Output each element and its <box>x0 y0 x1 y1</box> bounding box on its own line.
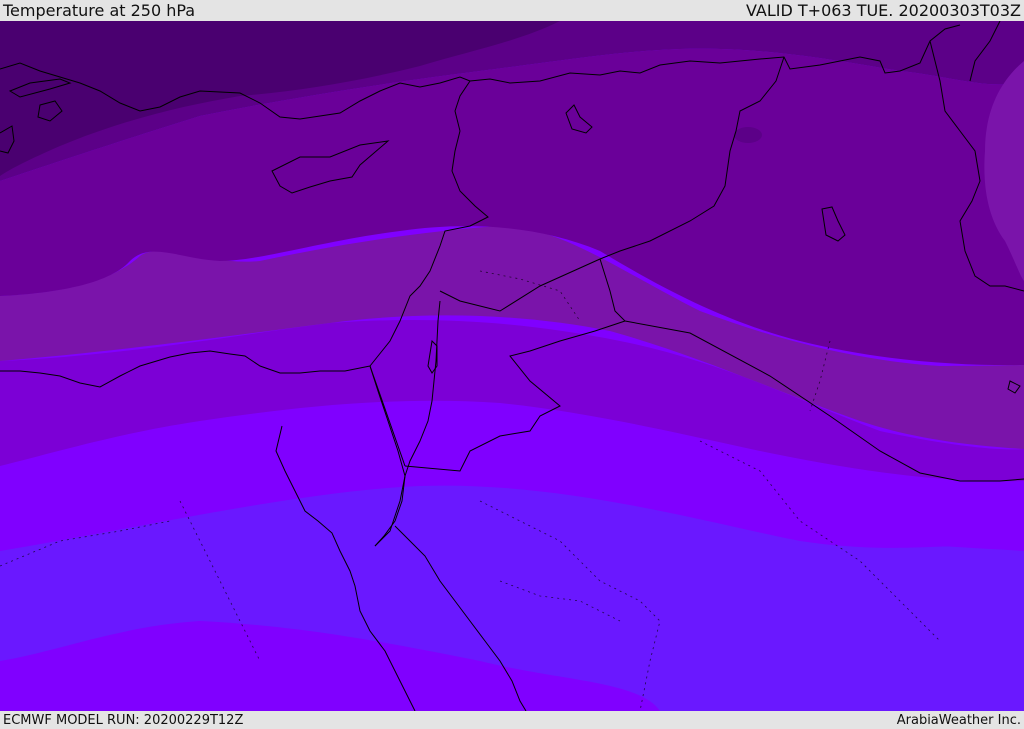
map-panel[interactable] <box>0 21 1024 711</box>
header-bar: Temperature at 250 hPa VALID T+063 TUE. … <box>0 0 1024 21</box>
footer-bar: ECMWF MODEL RUN: 20200229T12Z ArabiaWeat… <box>0 711 1024 729</box>
valid-time: VALID T+063 TUE. 20200303T03Z <box>745 1 1021 20</box>
credit: ArabiaWeather Inc. <box>896 712 1021 728</box>
map-title: Temperature at 250 hPa <box>3 1 196 20</box>
model-run: ECMWF MODEL RUN: 20200229T12Z <box>3 712 244 728</box>
cold-spot <box>734 127 762 143</box>
temperature-map[interactable] <box>0 21 1024 711</box>
